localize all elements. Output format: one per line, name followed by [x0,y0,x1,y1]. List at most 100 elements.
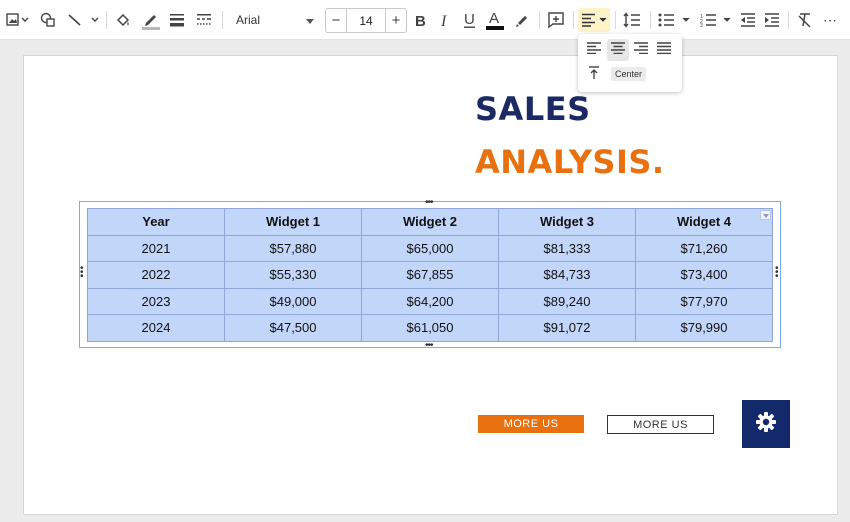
more-options-button[interactable]: ⋯ [820,8,840,32]
underline-button[interactable]: U [460,8,480,32]
align-right-icon [634,41,648,59]
tooltip: Center [611,67,647,81]
chevron-down-icon [306,13,314,27]
align-button[interactable] [578,8,610,32]
font-size-stepper[interactable]: − 14 + [325,8,407,33]
font-size-input[interactable]: 14 [346,9,386,32]
align-center-option[interactable] [607,39,629,61]
align-top-icon [588,65,600,85]
line-spacing-button[interactable] [621,8,643,32]
toolbar-divider [573,11,574,29]
align-left-option[interactable] [583,39,605,61]
table-cell[interactable]: $61,050 [361,314,499,342]
increase-indent-button[interactable] [762,8,782,32]
increase-font-size-button[interactable]: + [386,9,406,32]
toolbar-divider [106,11,107,29]
line-spacing-icon [623,12,641,28]
table-row: 2023 $49,000 $64,200 $89,240 $77,970 [87,287,773,315]
resize-handle-right[interactable]: • • • [775,264,779,282]
svg-text:3: 3 [700,23,703,27]
table-cell[interactable]: $49,000 [224,287,362,315]
table-cell[interactable]: $84,733 [498,261,636,289]
header-cell[interactable]: Widget 4 [635,208,773,236]
svg-text:A: A [489,10,499,27]
table-cell[interactable]: $55,330 [224,261,362,289]
table-row: 2024 $47,500 $61,050 $91,072 $79,990 [87,314,773,342]
table-cell[interactable]: $79,990 [635,314,773,342]
table-cell[interactable]: $65,000 [361,234,499,262]
title-line-analysis[interactable]: ANALYSIS. [475,143,665,181]
align-left-icon [587,41,601,59]
decrease-font-size-button[interactable]: − [326,9,346,32]
table-cell[interactable]: 2023 [87,287,225,315]
line-button[interactable] [66,8,102,32]
align-right-option[interactable] [630,39,652,61]
justify-option[interactable] [653,39,675,61]
resize-handle-top[interactable]: ••• [425,198,433,208]
add-comment-icon [547,11,565,29]
bulleted-list-button[interactable] [656,8,692,32]
numbered-list-button[interactable]: 123 [699,8,735,32]
italic-button[interactable]: I [435,8,455,32]
toolbar-divider [615,11,616,29]
header-cell[interactable]: Year [87,208,225,236]
table-cell[interactable]: 2022 [87,261,225,289]
toolbar-divider [650,11,651,29]
decrease-indent-button[interactable] [738,8,758,32]
fill-color-button[interactable] [112,8,134,32]
image-icon [6,13,30,27]
table-cell[interactable]: 2024 [87,314,225,342]
font-family-select[interactable]: Arial [232,8,318,32]
title-line-sales[interactable]: SALES [475,90,591,128]
toolbar-divider [222,11,223,29]
insert-comment-button[interactable] [545,8,567,32]
svg-text:I: I [440,13,447,28]
insert-image-button[interactable] [4,8,32,32]
text-color-button[interactable]: A [484,8,506,32]
decrease-indent-icon [740,13,756,27]
table-cell[interactable]: $64,200 [361,287,499,315]
table-cell[interactable]: $91,072 [498,314,636,342]
sales-table[interactable]: Year Widget 1 Widget 2 Widget 3 Widget 4… [87,208,773,342]
table-cell[interactable]: $67,855 [361,261,499,289]
shapes-icon [40,12,56,28]
border-weight-icon [169,13,185,27]
increase-indent-icon [764,13,780,27]
table-cell[interactable]: $81,333 [498,234,636,262]
table-cell[interactable]: $77,970 [635,287,773,315]
table-cell[interactable]: $47,500 [224,314,362,342]
more-us-button-outline[interactable]: MORE US [607,415,714,434]
table-cell[interactable]: $57,880 [224,234,362,262]
table-cell[interactable]: $71,260 [635,234,773,262]
header-cell[interactable]: Widget 1 [224,208,362,236]
table-row: 2021 $57,880 $65,000 $81,333 $71,260 [87,234,773,262]
table-cell[interactable]: 2021 [87,234,225,262]
more-us-button-filled[interactable]: MORE US [478,415,584,433]
border-color-button[interactable] [139,8,163,32]
header-cell[interactable]: Widget 3 [498,208,636,236]
resize-handle-bottom[interactable]: ••• [425,341,433,351]
settings-button[interactable] [742,400,790,448]
italic-icon: I [438,12,452,28]
clear-formatting-button[interactable] [794,8,816,32]
shape-button[interactable] [38,8,58,32]
resize-handle-left[interactable]: • • • [80,264,84,282]
border-weight-button[interactable] [167,8,187,32]
border-dash-button[interactable] [194,8,214,32]
table-cell[interactable]: $89,240 [498,287,636,315]
table-cell[interactable]: $73,400 [635,261,773,289]
header-cell[interactable]: Widget 2 [361,208,499,236]
justify-icon [657,41,671,59]
border-dash-icon [196,13,212,27]
bold-button[interactable]: B [410,8,430,32]
align-top-option[interactable] [583,64,605,86]
clear-formatting-icon [797,12,813,28]
numbered-list-icon: 123 [700,13,734,27]
highlight-color-button[interactable] [512,8,532,32]
table-cell-menu-icon[interactable] [760,210,771,220]
paint-bucket-icon [115,12,131,28]
bold-icon: B [413,12,427,28]
align-left-icon [580,13,608,27]
text-color-icon: A [485,9,505,31]
toolbar-divider [788,11,789,29]
